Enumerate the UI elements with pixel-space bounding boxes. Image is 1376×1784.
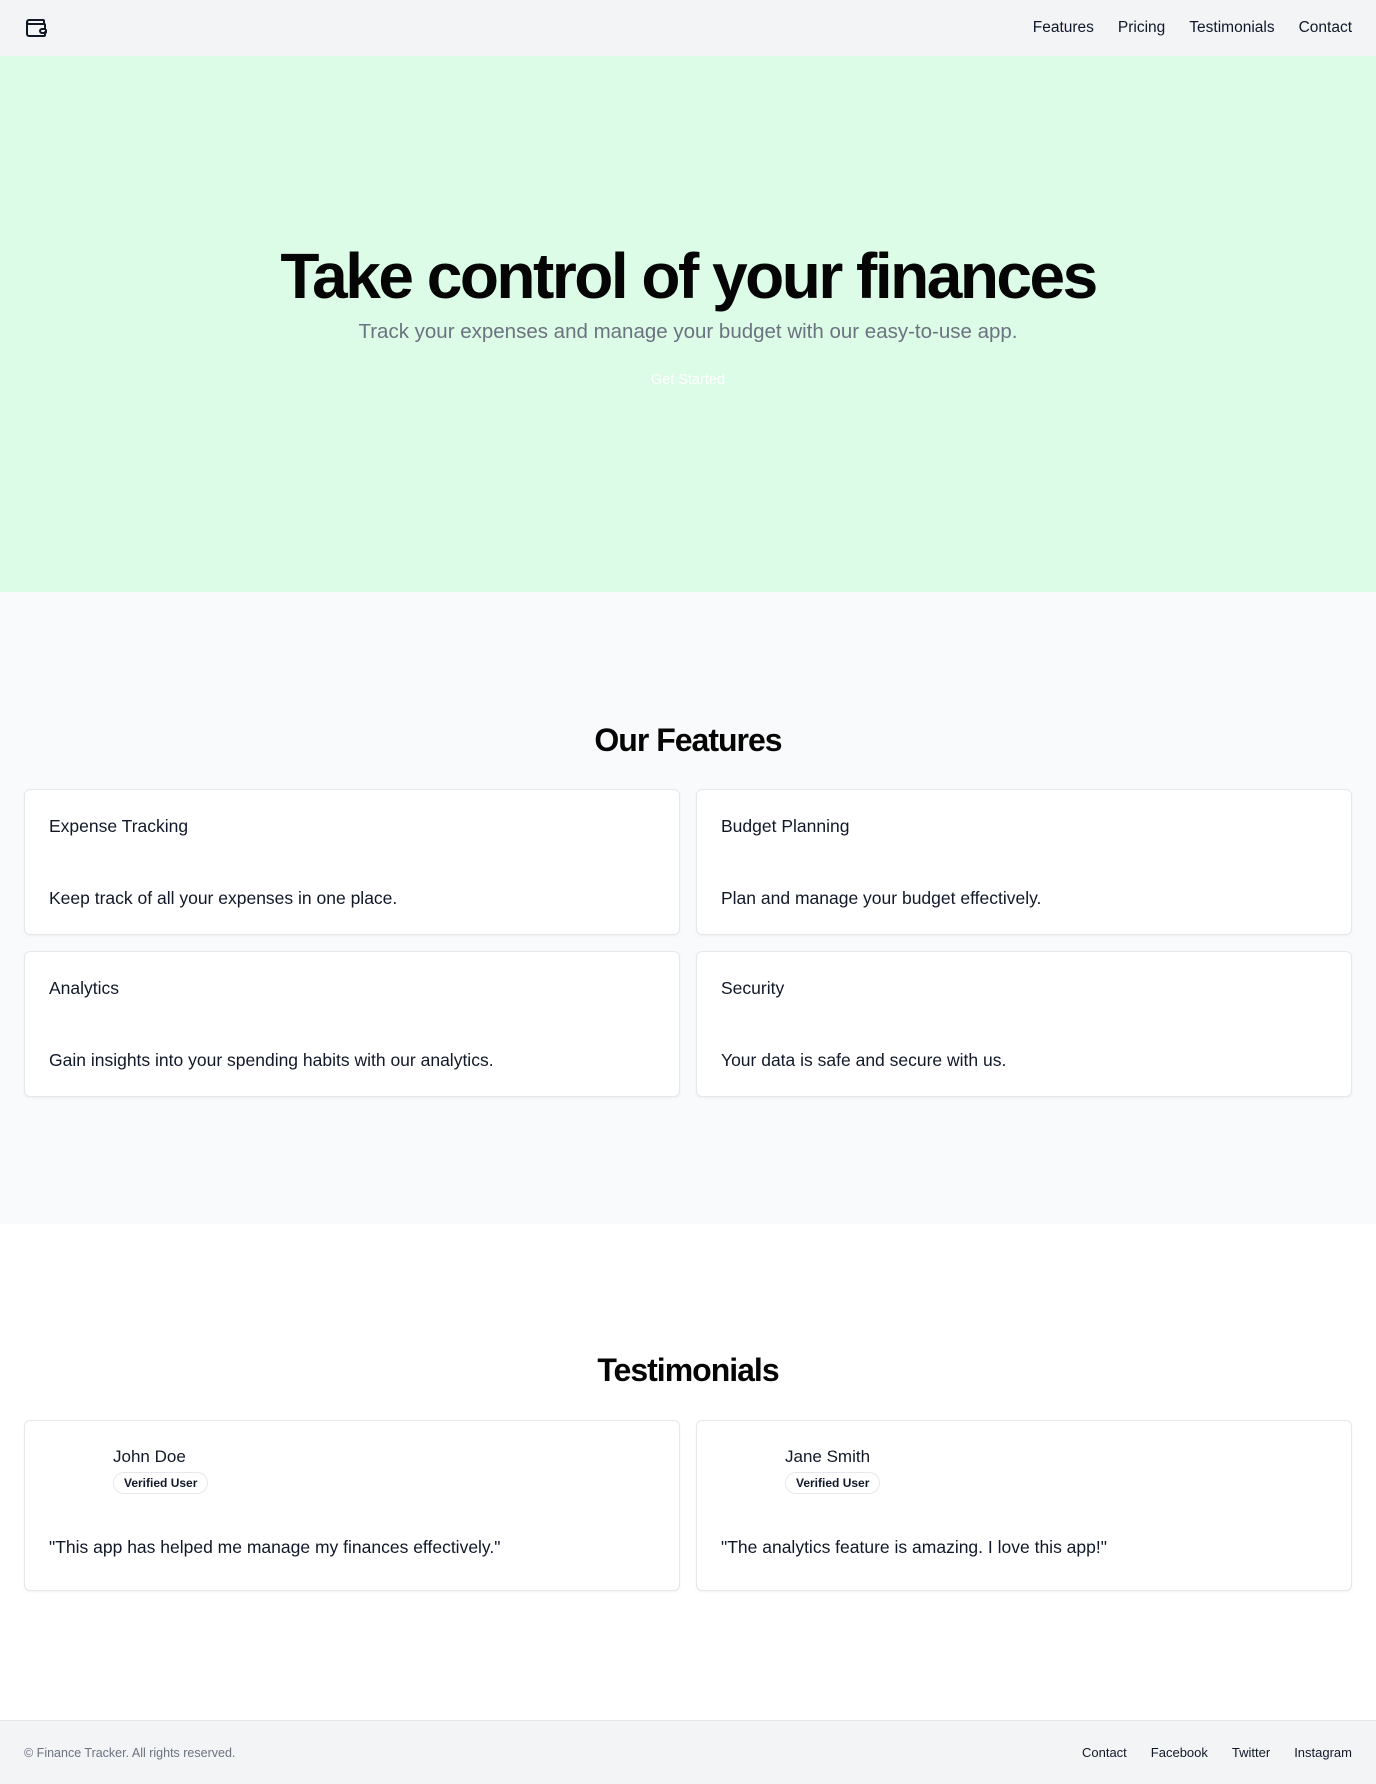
hero-section: Take control of your finances Track your… (0, 56, 1376, 592)
feature-title: Security (721, 978, 785, 998)
testimonial-card: John Doe Verified User "This app has hel… (24, 1420, 680, 1591)
nav-link-pricing[interactable]: Pricing (1118, 19, 1165, 37)
hero-subtitle: Track your expenses and manage your budg… (358, 320, 1018, 343)
footer-link-contact[interactable]: Contact (1082, 1745, 1127, 1760)
footer-link-facebook[interactable]: Facebook (1151, 1745, 1208, 1760)
testimonial-quote: "The analytics feature is amazing. I lov… (721, 1537, 1107, 1557)
footer-nav: Contact Facebook Twitter Instagram (1082, 1745, 1352, 1760)
verified-badge: Verified User (113, 1472, 209, 1494)
site-header: Features Pricing Testimonials Contact (0, 0, 1376, 56)
feature-description: Plan and manage your budget effectively. (721, 888, 1042, 908)
feature-description: Your data is safe and secure with us. (721, 1050, 1007, 1070)
testimonial-name: Jane Smith (785, 1447, 871, 1466)
wallet-icon[interactable] (24, 16, 48, 40)
testimonials-section: Testimonials John Doe Verified User "Thi… (0, 1224, 1376, 1720)
testimonials-title: Testimonials (597, 1352, 779, 1388)
nav-link-contact[interactable]: Contact (1299, 19, 1352, 37)
main-nav: Features Pricing Testimonials Contact (1033, 19, 1352, 37)
feature-card-expense-tracking: Expense Tracking Keep track of all your … (24, 789, 680, 935)
nav-link-testimonials[interactable]: Testimonials (1189, 19, 1274, 37)
feature-title: Expense Tracking (49, 816, 189, 836)
nav-link-features[interactable]: Features (1033, 19, 1094, 37)
feature-title: Analytics (49, 978, 120, 998)
testimonial-name: John Doe (113, 1447, 186, 1466)
feature-card-budget-planning: Budget Planning Plan and manage your bud… (696, 789, 1352, 935)
feature-description: Gain insights into your spending habits … (49, 1050, 494, 1070)
hero-title: Take control of your finances (280, 240, 1098, 312)
testimonial-quote: "This app has helped me manage my financ… (49, 1537, 501, 1557)
footer-link-instagram[interactable]: Instagram (1294, 1745, 1352, 1760)
footer-link-twitter[interactable]: Twitter (1232, 1745, 1270, 1760)
get-started-button[interactable]: Get Started (639, 368, 737, 392)
feature-description: Keep track of all your expenses in one p… (49, 888, 398, 908)
feature-card-analytics: Analytics Gain insights into your spendi… (24, 951, 680, 1097)
verified-badge: Verified User (785, 1472, 881, 1494)
features-section: Our Features Expense Tracking Keep track… (0, 592, 1376, 1224)
feature-card-security: Security Your data is safe and secure wi… (696, 951, 1352, 1097)
site-footer: © Finance Tracker. All rights reserved. … (0, 1720, 1376, 1784)
features-title: Our Features (594, 722, 782, 758)
avatar (721, 1447, 761, 1487)
feature-title: Budget Planning (721, 816, 850, 836)
testimonial-card: Jane Smith Verified User "The analytics … (696, 1420, 1352, 1591)
avatar (49, 1447, 89, 1487)
copyright-text: © Finance Tracker. All rights reserved. (24, 1745, 236, 1760)
